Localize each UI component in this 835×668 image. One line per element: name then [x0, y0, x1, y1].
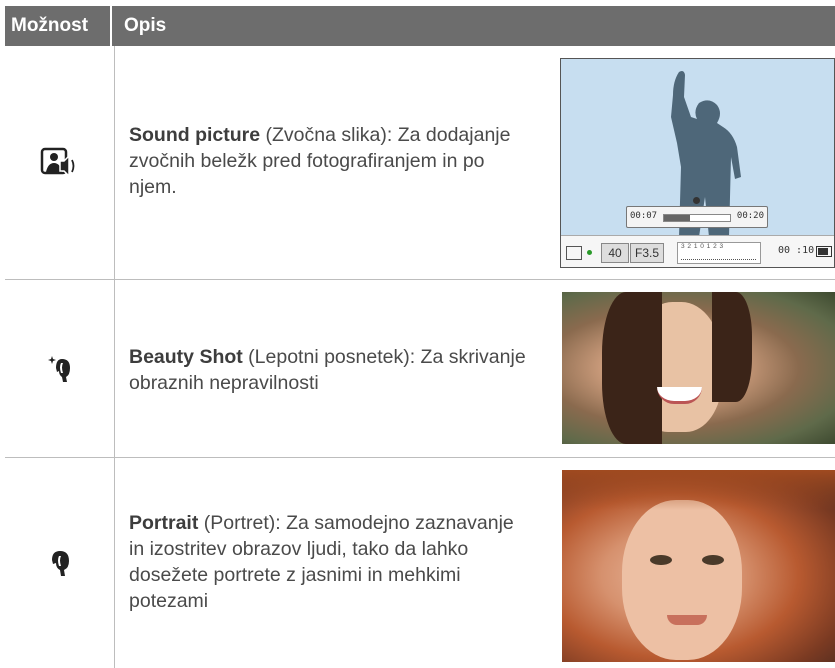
remaining-time: 00 :10 — [778, 245, 815, 256]
audio-time-start: 00:07 — [630, 211, 658, 221]
table-row: Sound picture (Zvočna slika): Za dodajan… — [5, 46, 835, 279]
audio-time-end: 00:20 — [736, 211, 764, 221]
option-title: Beauty Shot — [129, 346, 243, 368]
microphone-icon — [693, 197, 700, 204]
exposure-scale: 3 2 1 0 1 2 3 — [677, 242, 761, 264]
audio-progress-bar: 00:07 00:20 — [626, 206, 768, 228]
camera-screen-image: 00:07 00:20 40 F3.5 3 2 1 0 1 2 3 00 :10 — [560, 58, 835, 268]
table-header: Možnost Opis — [5, 6, 835, 46]
option-title: Portrait — [129, 512, 199, 534]
header-description: Opis — [124, 15, 167, 36]
battery-icon — [816, 246, 832, 257]
red-haired-girl-photo — [562, 470, 835, 662]
table-row: Portrait (Portret): Za samodejno zaznava… — [5, 458, 835, 668]
status-dot — [587, 250, 592, 255]
smiling-woman-photo — [562, 292, 835, 444]
header-option: Možnost — [5, 6, 112, 46]
camera-status-bar: 40 F3.5 3 2 1 0 1 2 3 00 :10 — [561, 235, 834, 267]
option-title: Sound picture — [129, 124, 261, 146]
beauty-shot-icon — [5, 280, 114, 457]
portrait-description: Portrait (Portret): Za samodejno zaznava… — [129, 512, 514, 612]
portrait-icon — [5, 458, 114, 668]
iso-value: 40 — [601, 243, 629, 263]
table-row: Beauty Shot (Lepotni posnetek): Za skriv… — [5, 280, 835, 457]
sound-picture-icon — [5, 46, 114, 279]
sound-picture-description: Sound picture (Zvočna slika): Za dodajan… — [129, 124, 511, 198]
mode-icon — [566, 246, 582, 260]
aperture-value: F3.5 — [630, 243, 664, 263]
options-table: Možnost Opis Sound picture (Zvočna slika… — [5, 6, 835, 668]
beauty-shot-description: Beauty Shot (Lepotni posnetek): Za skriv… — [129, 346, 526, 394]
